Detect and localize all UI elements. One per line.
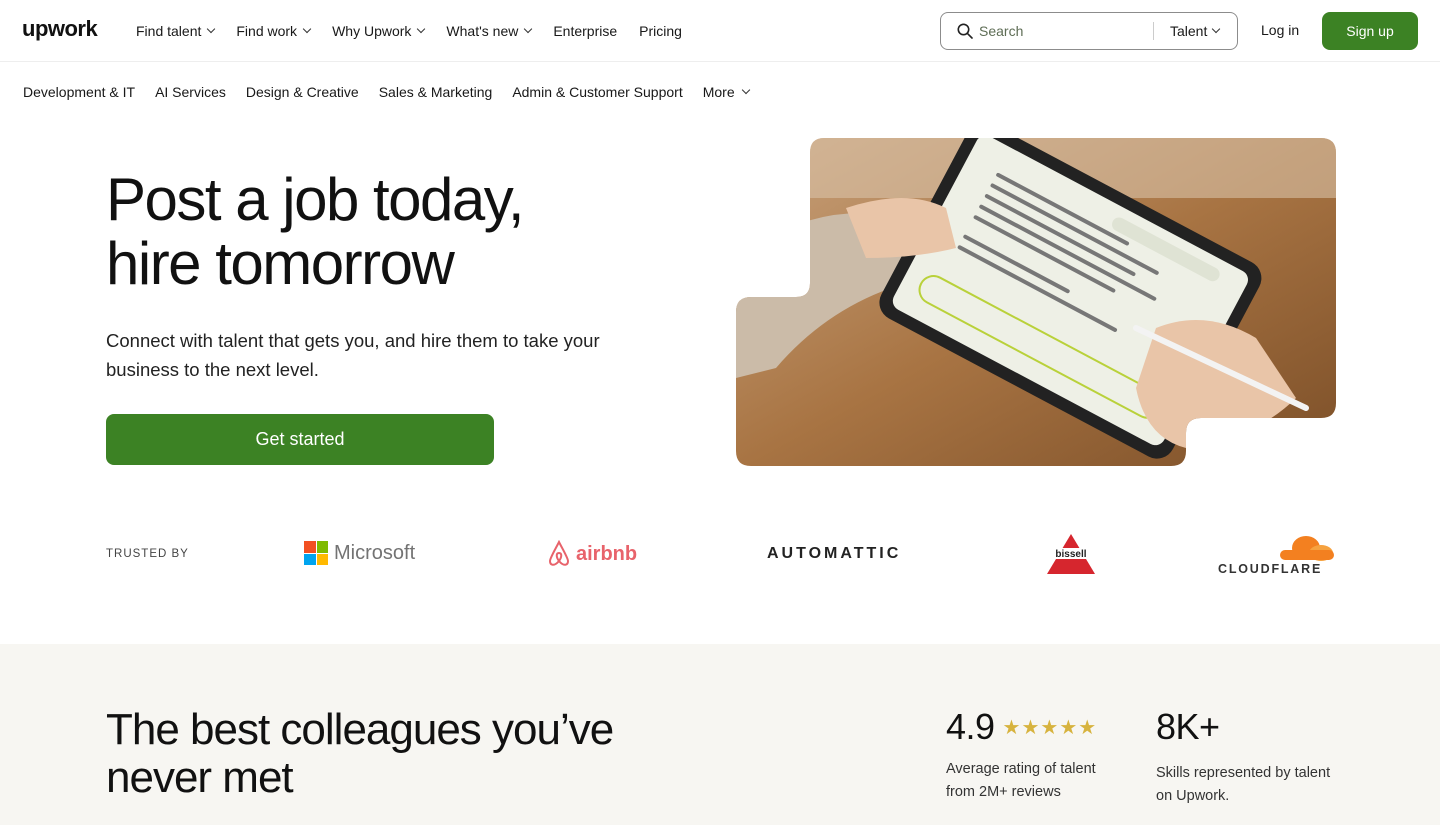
stat-description: Skills represented by talent on Upwork. xyxy=(1156,765,1331,804)
nav-why-upwork[interactable]: Why Upwork xyxy=(332,23,426,39)
signup-button[interactable]: Sign up xyxy=(1322,12,1418,50)
login-link[interactable]: Log in xyxy=(1261,22,1299,38)
category-sales-marketing[interactable]: Sales & Marketing xyxy=(379,84,493,100)
category-admin-support[interactable]: Admin & Customer Support xyxy=(512,84,682,100)
search-input[interactable] xyxy=(979,13,1149,49)
hero-title-line: Post a job today, xyxy=(106,166,525,233)
microsoft-icon xyxy=(304,541,328,565)
hero-title-line: hire tomorrow xyxy=(106,230,455,297)
main-nav: Find talent Find work Why Upwork What's … xyxy=(136,0,682,62)
category-more-label: More xyxy=(702,84,735,100)
upwork-logo[interactable]: upwork xyxy=(22,16,98,42)
category-more[interactable]: More xyxy=(702,84,750,100)
automattic-logo: AUTOMATTIC xyxy=(767,545,902,562)
category-design-creative[interactable]: Design & Creative xyxy=(246,84,359,100)
nav-label: Find work xyxy=(236,23,298,39)
airbnb-logo: airbnb xyxy=(546,540,637,568)
chevron-down-icon xyxy=(524,24,533,34)
chevron-down-icon xyxy=(302,24,312,34)
nav-whats-new[interactable]: What's new xyxy=(446,23,533,39)
bissell-logo: bissell xyxy=(1043,534,1099,574)
stat-skills: 8K+ Skills represented by talent on Upwo… xyxy=(1156,706,1346,808)
stats-section-title: The best colleagues you’ve never met xyxy=(106,705,614,802)
star-rating-icon: ★★★★★ xyxy=(1002,716,1098,739)
category-bar: Development & IT AI Services Design & Cr… xyxy=(23,84,750,100)
bissell-wordmark: bissell xyxy=(1055,549,1086,560)
stat-rating: 4.9 ★★★★★ Average rating of talent from … xyxy=(946,706,1126,804)
chevron-down-icon xyxy=(1212,24,1221,34)
search-divider xyxy=(1153,22,1154,40)
cloudflare-wordmark: CLOUDFLARE xyxy=(1218,562,1323,576)
search-box: Talent xyxy=(940,12,1238,50)
stat-value: 8K+ xyxy=(1156,706,1220,747)
microsoft-logo: Microsoft xyxy=(304,541,415,565)
nav-label: Why Upwork xyxy=(332,23,412,39)
category-ai-services[interactable]: AI Services xyxy=(155,84,226,100)
top-header: upwork Find talent Find work Why Upwork … xyxy=(0,0,1440,62)
get-started-button[interactable]: Get started xyxy=(106,414,494,465)
stat-value: 4.9 xyxy=(946,706,995,747)
nav-find-work[interactable]: Find work xyxy=(236,23,312,39)
microsoft-wordmark: Microsoft xyxy=(334,541,416,564)
stats-section: The best colleagues you’ve never met 4.9… xyxy=(0,644,1440,825)
chevron-down-icon xyxy=(741,85,750,95)
stat-description: Average rating of talent from 2M+ review… xyxy=(946,761,1096,800)
cloudflare-logo: CLOUDFLARE xyxy=(1218,534,1336,576)
cloudflare-cloud-icon xyxy=(1280,536,1334,561)
trusted-by-label: TRUSTED BY xyxy=(106,548,189,560)
nav-enterprise[interactable]: Enterprise xyxy=(553,23,617,39)
search-type-label: Talent xyxy=(1170,23,1208,39)
category-development-it[interactable]: Development & IT xyxy=(23,84,135,100)
nav-label: Find talent xyxy=(136,23,202,39)
nav-find-talent[interactable]: Find talent xyxy=(136,23,216,39)
search-icon[interactable] xyxy=(957,23,973,39)
stat-skills-value-row: 8K+ xyxy=(1156,706,1346,748)
nav-label: Enterprise xyxy=(553,23,618,39)
chevron-down-icon xyxy=(207,24,216,34)
nav-label: What's new xyxy=(446,23,519,39)
hero-subtitle: Connect with talent that gets you, and h… xyxy=(106,330,600,380)
stat-rating-value-row: 4.9 ★★★★★ xyxy=(946,706,1126,748)
airbnb-icon xyxy=(548,540,570,566)
nav-label: Pricing xyxy=(639,23,682,39)
hero-tablet-image xyxy=(736,138,1336,466)
search-type-dropdown[interactable]: Talent xyxy=(1170,13,1221,49)
chevron-down-icon xyxy=(417,24,426,34)
airbnb-wordmark: airbnb xyxy=(576,542,638,565)
hero-title: Post a job today, hire tomorrow xyxy=(106,168,626,296)
nav-pricing[interactable]: Pricing xyxy=(639,23,682,39)
